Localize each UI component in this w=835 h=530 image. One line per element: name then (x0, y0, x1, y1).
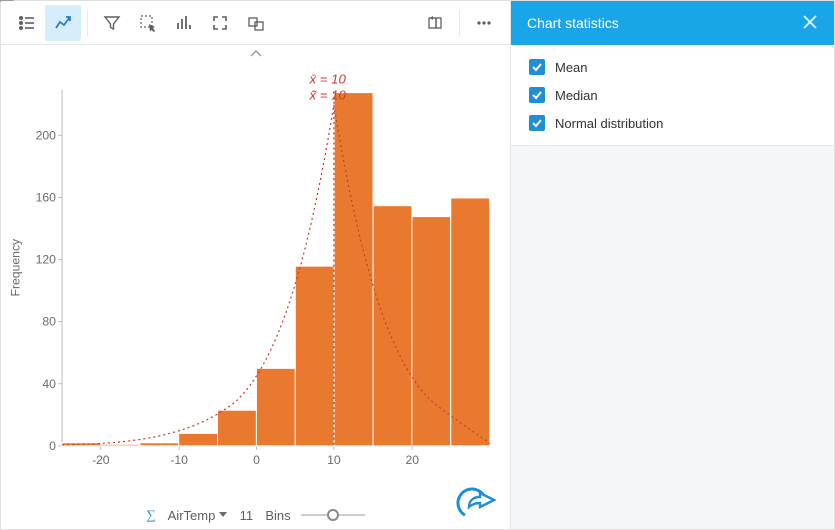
checkbox-icon[interactable] (529, 87, 545, 103)
option-median[interactable]: Median (529, 87, 816, 103)
svg-text:-20: -20 (92, 453, 110, 467)
option-median-label: Median (555, 88, 598, 103)
chart-body: 0 40 80 120 160 200 -20 -10 0 10 20 (1, 45, 510, 529)
svg-text:0: 0 (253, 453, 260, 467)
svg-text:20: 20 (405, 453, 419, 467)
svg-text:80: 80 (42, 315, 56, 329)
option-mean-label: Mean (555, 60, 588, 75)
stats-title: Chart statistics (527, 15, 802, 31)
mean-annotation: x̄ = 10 (308, 71, 346, 86)
statistics-icon[interactable] (45, 5, 81, 41)
close-icon[interactable] (802, 14, 818, 33)
more-icon[interactable] (466, 5, 502, 41)
option-normal[interactable]: Normal distribution (529, 115, 816, 131)
sort-icon[interactable] (166, 5, 202, 41)
checkbox-icon[interactable] (529, 59, 545, 75)
stats-options: Mean Median Normal distribution (511, 45, 834, 146)
select-icon[interactable] (130, 5, 166, 41)
bin-controls: ∑ AirTemp 11 Bins (1, 507, 510, 523)
bin-count: 11 (237, 508, 255, 523)
svg-text:0: 0 (49, 439, 56, 453)
app-frame: 0 40 80 120 160 200 -20 -10 0 10 20 (0, 0, 835, 530)
svg-text:200: 200 (36, 128, 57, 142)
svg-text:120: 120 (36, 253, 57, 267)
field-name: AirTemp (168, 508, 216, 523)
svg-text:-10: -10 (170, 453, 188, 467)
checkbox-icon[interactable] (529, 115, 545, 131)
sigma-icon: ∑ (146, 507, 155, 523)
svg-text:160: 160 (36, 191, 57, 205)
crossfilter-icon[interactable] (238, 5, 274, 41)
field-dropdown[interactable]: AirTemp (168, 508, 228, 523)
chart-toolbar (1, 1, 510, 45)
stats-panel: Chart statistics Mean Median Normal dist… (510, 1, 834, 529)
svg-text:40: 40 (42, 377, 56, 391)
histogram-chart[interactable]: 0 40 80 120 160 200 -20 -10 0 10 20 (1, 59, 510, 487)
bin-slider[interactable] (301, 514, 365, 516)
option-normal-label: Normal distribution (555, 116, 663, 131)
chevron-down-icon (219, 512, 227, 518)
option-mean[interactable]: Mean (529, 59, 816, 75)
svg-text:10: 10 (327, 453, 341, 467)
bins-label: Bins (265, 508, 290, 523)
legend-icon[interactable] (9, 5, 45, 41)
chart-panel: 0 40 80 120 160 200 -20 -10 0 10 20 (1, 1, 510, 529)
fullscreen-icon[interactable] (202, 5, 238, 41)
y-axis-label: Frequency (8, 238, 22, 297)
median-annotation: x͂ = 10 (308, 88, 346, 103)
stats-header: Chart statistics (511, 1, 834, 45)
filter-icon[interactable] (94, 5, 130, 41)
flip-icon[interactable] (417, 5, 453, 41)
share-icon[interactable] (454, 479, 496, 521)
